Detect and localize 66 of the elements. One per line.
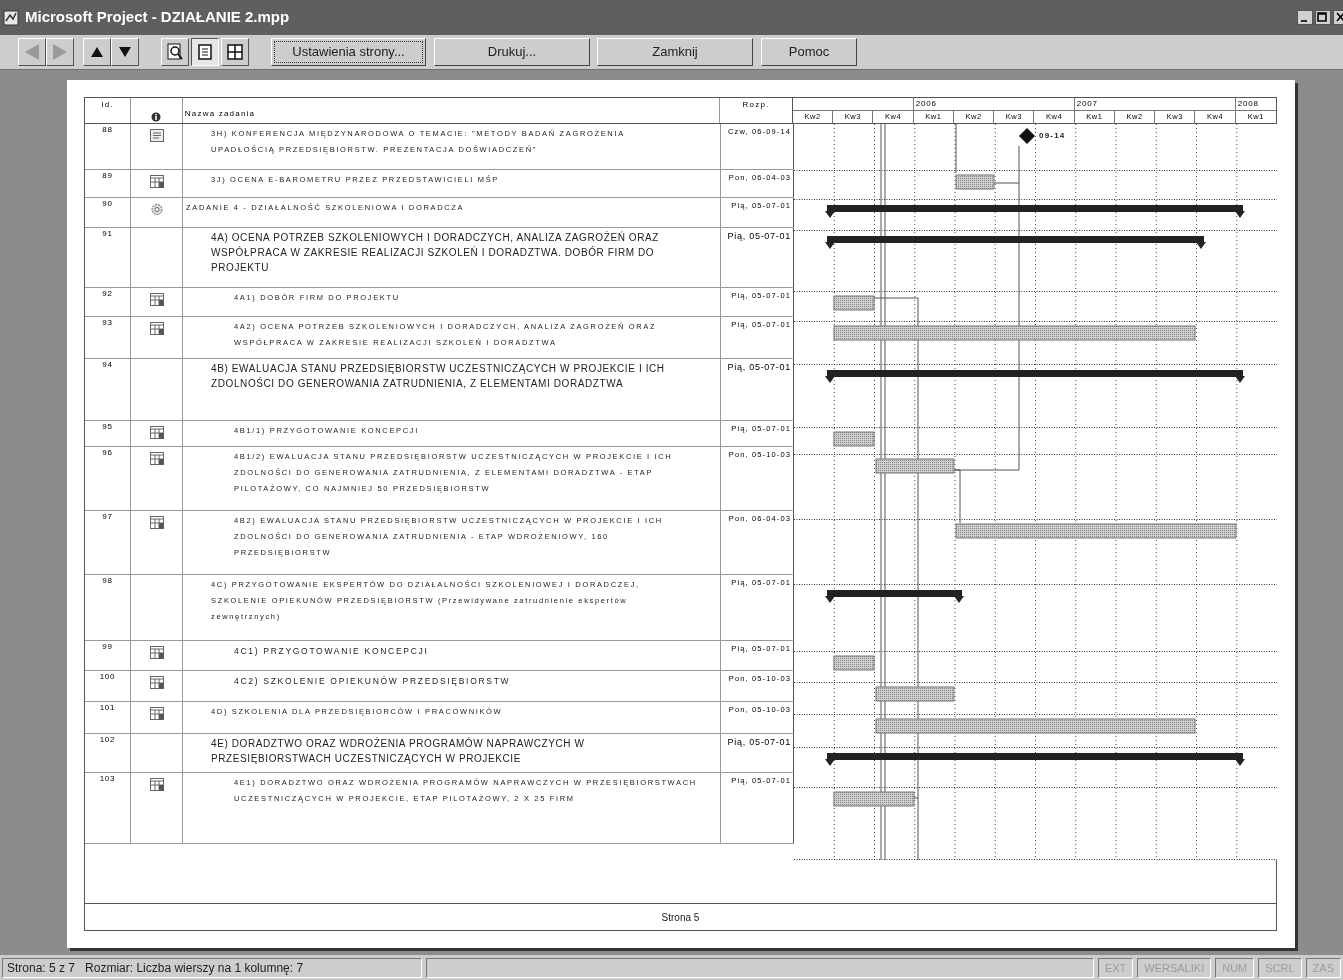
row-id: 103 (99, 773, 116, 784)
row-id: 92 (102, 288, 113, 299)
zoom-icon (164, 41, 186, 63)
toolbar-button[interactable]: Zamknij (597, 38, 753, 66)
row-id: 98 (102, 575, 113, 586)
calendar-icon (149, 778, 164, 791)
task-name: 4B) EWALUACJA STANU PRZEDSIĘBIORSTW UCZESTNICZĄCYCH W PROJEKCIE I ICH ZDOLNOŚCI DO GENEROWANIA ZATRUDNIENIA, Z ELEMENTAMI DORADZTWA (211, 362, 666, 391)
row-id: 93 (102, 317, 113, 328)
multi-page-icon (224, 41, 246, 63)
row-id: 101 (99, 702, 116, 713)
toolbar-button[interactable]: Ustawienia strony... (271, 38, 426, 66)
note-icon (149, 129, 164, 142)
calendar-icon (149, 322, 164, 335)
maximize-button[interactable] (1315, 10, 1331, 25)
up-arrow-button[interactable] (83, 38, 111, 66)
year-label: 2007 (1074, 98, 1236, 110)
row-id: 94 (102, 359, 113, 370)
page-footer: Strona 5 (661, 909, 700, 925)
year-label: 2008 (1236, 98, 1260, 110)
start-date: Pią, 05-07-01 (727, 736, 791, 748)
row-id: 95 (102, 421, 113, 432)
zoom-button[interactable] (161, 38, 189, 66)
task-name: 4C2) SZKOLENIE OPIEKUNÓW PRZEDSIĘBIORSTW (234, 675, 512, 688)
gear-icon (149, 203, 164, 216)
minimize-button[interactable] (1297, 10, 1313, 25)
task-bar (833, 431, 875, 447)
task-bar (833, 295, 875, 311)
calendar-icon (149, 707, 164, 720)
app-icon (3, 9, 19, 26)
column-header: Rozp. (742, 99, 770, 111)
calendar-icon (149, 175, 164, 188)
task-bar (833, 655, 875, 671)
task-name: 4A) OCENA POTRZEB SZKOLENIOWYCH I DORADCZYCH, ANALIZA ZAGROŻEŃ ORAZ WSPÓŁPRACA W ZAKRESIE REALIZACJI SZKOLEŃ I DORADZTWA. DOBÓR FIRM DO PROJEKTU (211, 230, 661, 275)
calendar-icon (149, 426, 164, 439)
row-id: 90 (102, 198, 113, 209)
row-id: 99 (102, 641, 113, 652)
row-id: 100 (99, 671, 116, 682)
row-id: 91 (102, 228, 113, 239)
milestone-label: 09-14 (1039, 131, 1066, 141)
start-date: Pią, 05-07-01 (727, 361, 791, 373)
calendar-icon (149, 516, 164, 529)
single-page-button[interactable] (191, 38, 219, 66)
info-icon (151, 112, 162, 122)
row-id: 96 (102, 447, 113, 458)
toolbar-button[interactable]: Pomoc (761, 38, 857, 66)
row-id: 102 (99, 734, 116, 745)
down-arrow-button[interactable] (111, 38, 139, 66)
calendar-icon (149, 293, 164, 306)
task-name: 4C1) PRZYGOTOWANIE KONCEPCJI (234, 645, 430, 658)
task-bar (955, 174, 995, 190)
calendar-icon (149, 646, 164, 659)
column-header: Nazwa zadania (184, 109, 256, 118)
calendar-icon (149, 452, 164, 465)
row-id: 89 (102, 170, 113, 181)
year-label: 2006 (913, 98, 1075, 110)
window-title: Microsoft Project - DZIAŁANIE 2.mpp (25, 7, 290, 28)
toolbar-button[interactable]: Drukuj... (434, 38, 590, 66)
row-id: 88 (102, 124, 113, 135)
column-header: Id. (101, 99, 114, 111)
row-id: 97 (102, 511, 113, 522)
milestone-diamond (1019, 128, 1035, 144)
start-date: Pią, 05-07-01 (727, 230, 791, 242)
multi-page-button[interactable] (221, 38, 249, 66)
status-text: Strona: 5 z 7 Rozmiar: Liczba wierszy na 1 kolumnę: 7 (2, 957, 422, 978)
task-name: 4E) DORADZTWO ORAZ WDROŻENIA PROGRAMÓW NAPRAWCZYCH W PRZESIĘBIORSTWACH UCZESTNICZĄCYCH W PROJEKCIE (211, 736, 586, 766)
calendar-icon (149, 676, 164, 689)
